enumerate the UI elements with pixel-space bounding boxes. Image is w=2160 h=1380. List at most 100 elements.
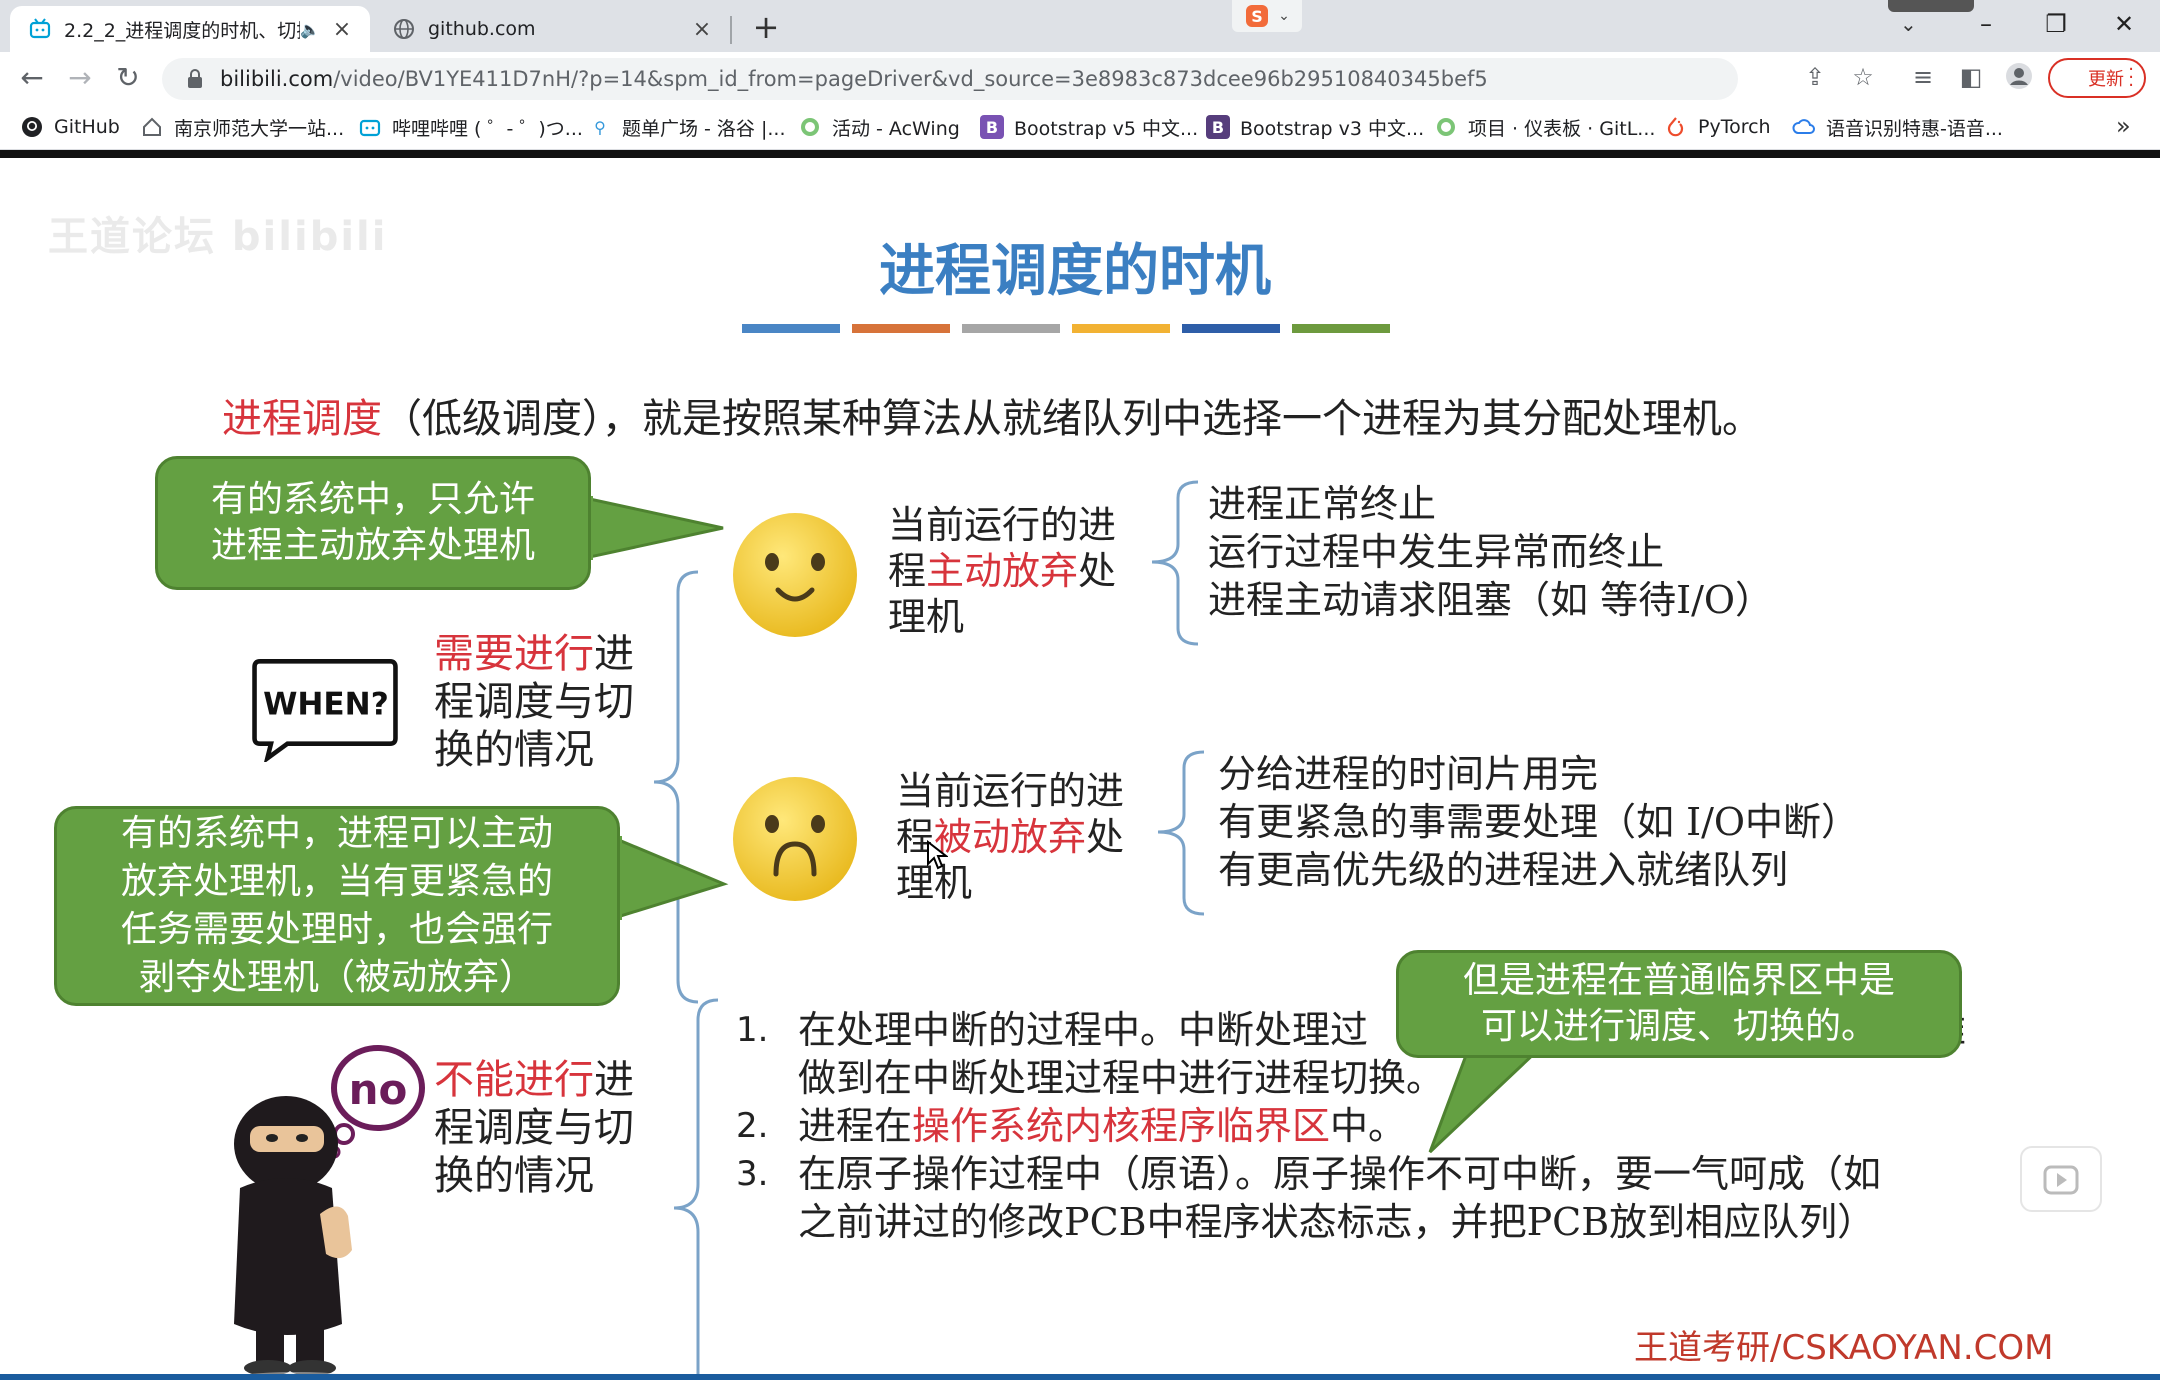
bookmark-label: PyTorch — [1698, 116, 1771, 138]
reload-button[interactable]: ↻ — [110, 60, 146, 96]
bookmark-label: 哔哩哔哩 ( ゜- ゜)つ... — [392, 117, 583, 140]
back-button[interactable]: ← — [14, 60, 50, 96]
slide-title: 进程调度的时机 — [879, 239, 1271, 304]
tab-title: github.com — [428, 18, 536, 40]
bilibili-icon — [28, 17, 52, 41]
tab-strip: 2.2_2_进程调度的时机、切换 🔈 × github.com × + S ⌄ … — [0, 0, 2160, 52]
bookmark-label: 南京师范大学一站... — [174, 117, 345, 140]
close-icon[interactable]: × — [330, 17, 354, 42]
reason-item: 运行过程中发生异常而终止 — [1208, 530, 1665, 574]
bootstrap-icon: B — [1206, 115, 1230, 139]
passive-giveup-label: 当前运行的进 程被动放弃处 理机 — [896, 769, 1125, 905]
profile-icon[interactable] — [2004, 62, 2034, 92]
forward-button[interactable]: → — [62, 60, 98, 96]
bookmark-njnu[interactable]: 南京师范大学一站... — [140, 114, 344, 140]
tab-search-icon[interactable]: ⌄ — [1900, 12, 1917, 36]
restore-button[interactable]: ❐ — [2026, 4, 2086, 44]
globe-icon — [1434, 115, 1458, 139]
extension-button[interactable]: S ⌄ — [1232, 0, 1302, 32]
color-bar-segment — [1182, 324, 1280, 333]
bilibili-icon — [358, 115, 382, 139]
bootstrap-icon: B — [980, 115, 1004, 139]
active-reasons-list: 进程正常终止 运行过程中发生异常而终止 进程主动请求阻塞（如 等待I/O） — [1208, 480, 1773, 624]
when-speech-icon: WHEN? — [252, 659, 398, 762]
no-text: no — [349, 1065, 408, 1114]
brace-active — [1151, 480, 1199, 646]
cloud-icon — [1792, 115, 1816, 139]
bookmark-label: Bootstrap v5 中文... — [1014, 117, 1199, 140]
bookmark-github[interactable]: GitHub — [20, 114, 120, 140]
reason-item: 进程主动请求阻塞（如 等待I/O） — [1208, 578, 1774, 622]
bookmark-bootstrap3[interactable]: B Bootstrap v3 中文... — [1206, 114, 1424, 140]
tab-github[interactable]: github.com × — [378, 6, 730, 52]
update-button[interactable]: 更新 · · · — [2048, 58, 2146, 98]
bookmark-label: 项目 · 仪表板 · GitL... — [1468, 117, 1656, 140]
definition-highlight: 进程调度 — [222, 396, 382, 442]
list-item: 2. 进程在操作系统内核程序临界区中。 — [736, 1104, 1407, 1148]
share-icon[interactable]: ⇪ — [1800, 62, 1830, 92]
bookmark-pytorch[interactable]: PyTorch — [1664, 114, 1771, 140]
bookmark-label: 活动 - AcWing — [832, 117, 960, 140]
bookmark-speech[interactable]: 语音识别特惠-语音... — [1792, 114, 2003, 140]
tab-bilibili-video[interactable]: 2.2_2_进程调度的时机、切换 🔈 × — [10, 6, 370, 52]
url-host: bilibili.com — [220, 67, 334, 91]
minimize-button[interactable]: – — [1956, 4, 2016, 44]
color-bar-segment — [742, 324, 840, 333]
brace-cannot — [673, 998, 719, 1380]
new-tab-button[interactable]: + — [748, 10, 784, 46]
play-button[interactable] — [2020, 1146, 2102, 1212]
more-icon: · · · — [2128, 59, 2134, 96]
active-giveup-label: 当前运行的进 程主动放弃处 理机 — [888, 503, 1117, 639]
definition-text: 进程调度（低级调度），就是按照某种算法从就绪队列中选择一个进程为其分配处理机。 — [222, 386, 1762, 444]
smiley-face-icon — [733, 513, 857, 637]
title-color-bar — [742, 324, 1390, 333]
window-close-button[interactable]: ✕ — [2094, 4, 2154, 44]
footer-brand: 王道考研/CSKAOYAN.COM — [1634, 1328, 2054, 1368]
pytorch-icon — [1664, 115, 1688, 139]
video-progress-bar[interactable] — [0, 1374, 2160, 1380]
chevron-double-right-icon[interactable]: » — [2116, 112, 2131, 140]
lock-icon[interactable] — [184, 68, 206, 90]
reason-item: 进程正常终止 — [1208, 482, 1437, 526]
callout-critical-section: 但是进程在普通临界区中是 可以进行调度、切换的。 — [1396, 950, 1962, 1058]
bookmark-acwing[interactable]: 活动 - AcWing — [798, 114, 960, 140]
video-slide[interactable]: 王道论坛 bilibili 进程调度的时机 进程调度（低级调度），就是按照某种算… — [0, 158, 2160, 1380]
bookmark-label: 语音识别特惠-语音... — [1826, 117, 2003, 140]
side-panel-icon[interactable]: ◧ — [1956, 62, 1986, 92]
brace-passive — [1157, 750, 1205, 916]
chevron-down-icon: ⌄ — [1278, 8, 1290, 24]
watermark: 王道论坛 bilibili — [48, 214, 388, 260]
sad-face-icon — [733, 777, 857, 901]
bookmark-label: Bootstrap v3 中文... — [1240, 117, 1425, 140]
github-icon — [20, 115, 44, 139]
cannot-situation-label: 不能进行进 程调度与切 换的情况 — [434, 1057, 634, 1199]
when-situation-label: 需要进行进 程调度与切 换的情况 — [434, 631, 634, 773]
bookmarks-bar: GitHub 南京师范大学一站... 哔哩哔哩 ( ゜- ゜)つ... ⚲ 题单… — [0, 104, 2160, 150]
play-icon — [2043, 1165, 2079, 1195]
bookmark-luogu[interactable]: ⚲ 题单广场 - 洛谷 |... — [588, 114, 785, 140]
close-icon[interactable]: × — [690, 17, 714, 42]
bubble-tail — [1428, 1048, 1542, 1154]
speaker-icon[interactable]: 🔈 — [300, 20, 320, 39]
bookmark-bootstrap5[interactable]: B Bootstrap v5 中文... — [980, 114, 1198, 140]
color-bar-segment — [962, 324, 1060, 333]
star-icon[interactable]: ☆ — [1848, 62, 1878, 92]
sogou-icon: S — [1246, 5, 1269, 27]
url-path: /video/BV1YE411D7nH/?p=14&spm_id_from=pa… — [333, 67, 1488, 91]
url-text: bilibili.com/video/BV1YE411D7nH/?p=14&sp… — [220, 67, 1488, 91]
bookmark-gitlab[interactable]: 项目 · 仪表板 · GitL... — [1434, 114, 1655, 140]
svg-text:S: S — [1251, 7, 1263, 26]
address-bar[interactable]: bilibili.com/video/BV1YE411D7nH/?p=14&sp… — [162, 58, 1738, 100]
list-item: 3. 在原子操作过程中（原语）。原子操作不可中断，要一气呵成（如 之前讲过的修改… — [736, 1152, 1882, 1244]
color-bar-segment — [1292, 324, 1390, 333]
mouse-cursor-icon — [927, 840, 948, 870]
bookmark-label: GitHub — [54, 116, 120, 138]
when-text: WHEN? — [263, 686, 389, 722]
reading-list-icon[interactable]: ≡ — [1908, 62, 1938, 92]
bookmark-bilibili[interactable]: 哔哩哔哩 ( ゜- ゜)つ... — [358, 114, 583, 140]
callout-active-only: 有的系统中，只允许 进程主动放弃处理机 — [155, 456, 591, 590]
navigation-toolbar: ← → ↻ bilibili.com/video/BV1YE411D7nH/?p… — [0, 52, 2160, 104]
definition-rest: （低级调度），就是按照某种算法从就绪队列中选择一个进程为其分配处理机。 — [382, 396, 1762, 442]
bubble-tail — [614, 836, 729, 920]
reason-item: 分给进程的时间片用完 — [1218, 752, 1599, 796]
